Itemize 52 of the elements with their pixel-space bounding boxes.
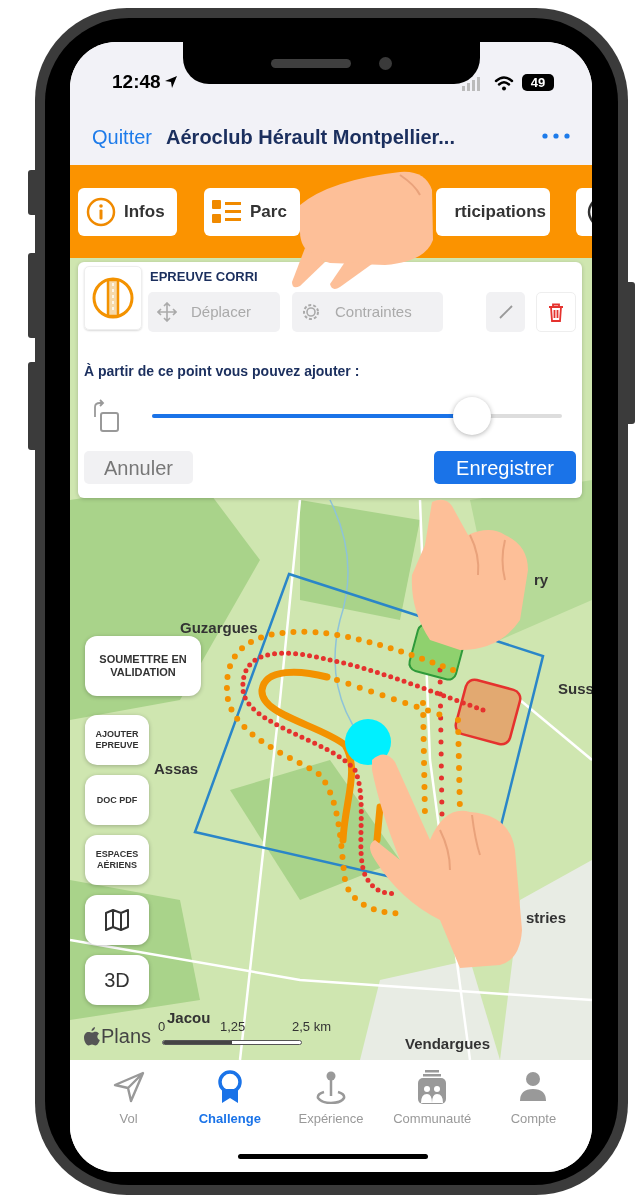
map-button[interactable]: AJOUTER EPREUVE <box>85 715 149 765</box>
trash-icon <box>548 302 564 322</box>
scale-label: 2,5 km <box>292 1020 331 1033</box>
map-icon <box>105 909 129 931</box>
save-button[interactable]: Enregistrer <box>434 451 576 484</box>
nav-title: Aéroclub Hérault Montpellier... <box>166 125 455 150</box>
camera-lens <box>379 56 392 70</box>
map-button[interactable]: SOUMETTRE EN VALIDATION <box>85 636 201 696</box>
tab-bar-item[interactable]: Challenge <box>179 1070 281 1129</box>
map-label: stries <box>526 910 567 925</box>
cancel-button[interactable]: Annuler <box>84 451 193 484</box>
map-button[interactable]: ESPACES AÉRIENS <box>85 835 149 885</box>
gear-icon <box>301 302 321 322</box>
plane-icon <box>111 1070 146 1104</box>
slider[interactable] <box>152 397 562 435</box>
delete-button[interactable] <box>536 292 576 332</box>
map-button[interactable]: DOC PDF <box>85 775 149 825</box>
map-button[interactable] <box>85 895 149 945</box>
event-title: EPREUVE CORRI <box>150 270 259 283</box>
scale-label: 0 <box>158 1020 166 1033</box>
section-tab[interactable]: Infos <box>78 188 177 236</box>
map-label: Guzargues <box>180 620 258 635</box>
quit-link[interactable]: Quitter <box>92 122 153 152</box>
section-tab[interactable]: Parc <box>204 188 300 236</box>
info-icon <box>86 197 116 227</box>
more-icon <box>542 133 570 139</box>
slider-thumb[interactable] <box>452 397 491 435</box>
tab-bar-item[interactable]: Vol <box>78 1070 180 1129</box>
wifi-icon <box>494 76 514 91</box>
signal-icon <box>462 77 482 91</box>
map-label: ry <box>534 572 549 587</box>
status-time: 12:48 <box>112 72 161 91</box>
corridor-icon <box>92 277 134 319</box>
position-marker[interactable] <box>345 719 391 765</box>
tab-bar-item[interactable]: Compte <box>482 1070 584 1129</box>
slider-prompt: À partir de ce point vous pouvez ajouter : <box>84 364 361 378</box>
map-label: Jacou <box>167 1010 211 1025</box>
map-attribution: Plans <box>101 1026 152 1046</box>
map-label: Assas <box>154 761 199 776</box>
map-button[interactable]: 3D <box>85 955 149 1005</box>
tab-bar-item[interactable]: Communauté <box>381 1070 483 1129</box>
map-label: Vendargues <box>405 1036 491 1051</box>
scale-label: 1,25 <box>220 1020 246 1033</box>
apple-icon <box>84 1026 100 1046</box>
location-arrow-icon <box>163 75 178 89</box>
section-tab[interactable]: rticipations <box>436 188 550 236</box>
pencil-icon <box>498 305 513 319</box>
pin-icon <box>314 1070 348 1104</box>
move-icon <box>157 302 177 322</box>
battery-indicator: 49 <box>522 74 554 91</box>
tab-bar-item[interactable]: Expérience <box>280 1070 382 1129</box>
list-icon <box>212 199 242 225</box>
